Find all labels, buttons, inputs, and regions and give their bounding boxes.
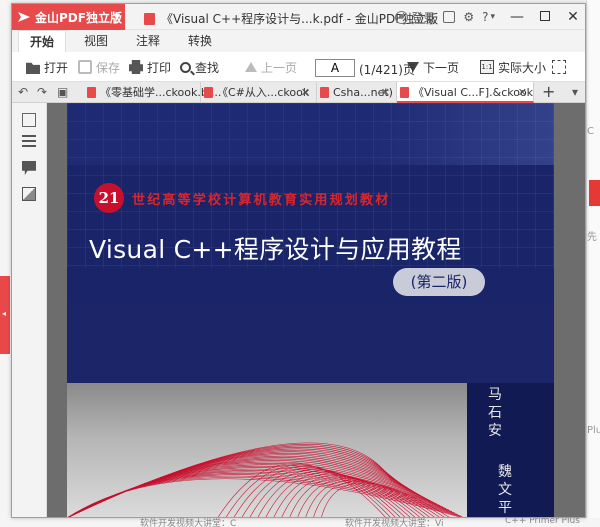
tab-convert[interactable]: 转换 [178, 30, 222, 52]
save-icon [78, 60, 92, 74]
arrow-up-icon [245, 62, 257, 72]
minimize-button[interactable]: — [503, 9, 531, 25]
print-button[interactable]: 打印 [129, 59, 171, 75]
pdf-file-icon [320, 87, 329, 98]
background-window-bottom-edge: 软件开发视频大讲堂：C 软件开发视频大讲堂：Vi C++ Primer Plus [0, 518, 600, 527]
maximize-button[interactable] [531, 9, 559, 25]
settings-button[interactable]: ⚙ [463, 10, 474, 24]
window-title: 《Visual C++程序设计与...k.pdf - 金山PDF独立版 [144, 10, 438, 27]
main-toolbar: 打开 保存 打印 查找 上一页 下一页 1:1 实际大小 [12, 52, 585, 82]
message-button[interactable] [443, 11, 456, 23]
cover-edition: (第二版) [393, 268, 485, 296]
maximize-icon [540, 11, 550, 21]
thumbnail-panel-icon[interactable] [22, 113, 36, 127]
background-red-mark [589, 180, 600, 206]
background-text: Plus [587, 425, 600, 436]
quick-save-icon[interactable]: ▣ [57, 85, 68, 99]
pdf-file-icon [400, 87, 409, 98]
help-icon: ? [482, 10, 489, 24]
tab-list-icon[interactable]: ▾ [572, 85, 578, 99]
app-logo-icon [18, 12, 30, 22]
background-window-right-edge: C 先 Plus [586, 0, 600, 527]
actual-size-button[interactable]: 1:1 实际大小 [480, 59, 546, 75]
doc-tab[interactable]: 《零基础学...ckook.bi... [84, 82, 221, 103]
pdf-reader-window: 金山PDF独立版 ▼ 《Visual C++程序设计与...k.pdf - 金山… [11, 3, 586, 518]
printer-icon [129, 60, 143, 74]
chevron-down-icon: ▾ [490, 12, 495, 22]
help-button[interactable]: ? ▾ [482, 10, 495, 24]
close-tab-icon[interactable]: ✕ [301, 82, 310, 103]
page-count: (1/421)页 [359, 63, 415, 77]
doc-tab[interactable]: 《C#从入...ckook ✕ [201, 82, 317, 103]
undo-icon[interactable]: ↶ [18, 85, 28, 99]
user-avatar-icon [395, 10, 409, 24]
doc-tab[interactable]: Csha...net) ✕ [317, 82, 397, 103]
folder-icon [26, 62, 40, 74]
document-tab-bar: ↶ ↷ ▣ 《零基础学...ckook.bi... 《C#从入...ckook ✕… [12, 82, 585, 103]
cover-mid-band [67, 303, 554, 383]
redo-icon[interactable]: ↷ [37, 85, 47, 99]
prev-page-button[interactable]: 上一页 [245, 59, 297, 75]
title-bar-controls: 登录 ⚙ ? ▾ — ✕ [395, 4, 585, 30]
close-tab-icon[interactable]: ✕ [381, 82, 390, 103]
pdf-file-icon [204, 87, 213, 98]
page-number-input[interactable] [315, 59, 355, 77]
tab-view[interactable]: 视图 [74, 30, 118, 52]
minimize-icon: — [510, 9, 524, 25]
fit-page-icon [552, 60, 566, 74]
doc-tab-active[interactable]: 《Visual C...F].&ckook ✕ [397, 82, 534, 103]
background-text: C [587, 126, 594, 137]
app-name: 金山PDF独立版 [35, 10, 122, 25]
new-tab-button[interactable]: + [542, 82, 555, 103]
cover-title: Visual C++程序设计与应用教程 [89, 235, 462, 264]
document-viewer[interactable]: 21 世纪高等学校计算机教育实用规划教材 Visual C++程序设计与应用教程… [47, 103, 585, 517]
close-button[interactable]: ✕ [559, 9, 585, 25]
tab-start[interactable]: 开始 [18, 30, 66, 52]
chevron-left-icon: ◂ [2, 309, 7, 318]
app-menu-button[interactable]: 金山PDF独立版 ▼ [12, 4, 125, 30]
title-bar: 金山PDF独立版 ▼ 《Visual C++程序设计与...k.pdf - 金山… [12, 4, 585, 30]
pdf-page: 21 世纪高等学校计算机教育实用规划教材 Visual C++程序设计与应用教程… [67, 103, 554, 517]
close-tab-icon[interactable]: ✕ [518, 82, 527, 103]
comment-panel-icon[interactable] [22, 161, 36, 175]
cover-series-text: 世纪高等学校计算机教育实用规划教材 [132, 193, 391, 208]
background-text: 软件开发视频大讲堂：Vi [345, 519, 444, 527]
fit-page-button[interactable] [552, 59, 570, 75]
left-sidebar [12, 103, 47, 517]
gear-icon: ⚙ [463, 10, 475, 24]
tab-annotate[interactable]: 注释 [126, 30, 170, 52]
ribbon-tab-bar: 开始 视图 注释 转换 [12, 30, 585, 52]
actual-size-icon: 1:1 [480, 60, 494, 74]
chevron-down-icon: ▼ [113, 12, 120, 21]
bookmark-list-icon[interactable] [22, 135, 36, 149]
background-text: C++ Primer Plus [505, 518, 580, 526]
image-panel-icon[interactable] [22, 187, 36, 201]
message-icon [443, 11, 456, 23]
cover-author-1: 马石安 [488, 387, 502, 439]
pdf-file-icon [144, 13, 155, 25]
close-icon: ✕ [567, 9, 579, 25]
cover-curve-art [68, 442, 464, 517]
background-text: 软件开发视频大讲堂：C [140, 519, 237, 527]
login-button[interactable]: 登录 [395, 9, 435, 26]
background-text: 先 [587, 232, 597, 243]
search-icon [180, 61, 191, 73]
pdf-file-icon [87, 87, 96, 98]
find-button[interactable]: 查找 [180, 59, 219, 75]
cover-series-badge: 21 [94, 183, 124, 213]
save-button[interactable]: 保存 [78, 59, 120, 75]
open-button[interactable]: 打开 [26, 59, 68, 75]
background-side-panel-toggle[interactable]: ◂ [0, 276, 10, 354]
cover-author-2: 魏文平 [498, 464, 512, 516]
